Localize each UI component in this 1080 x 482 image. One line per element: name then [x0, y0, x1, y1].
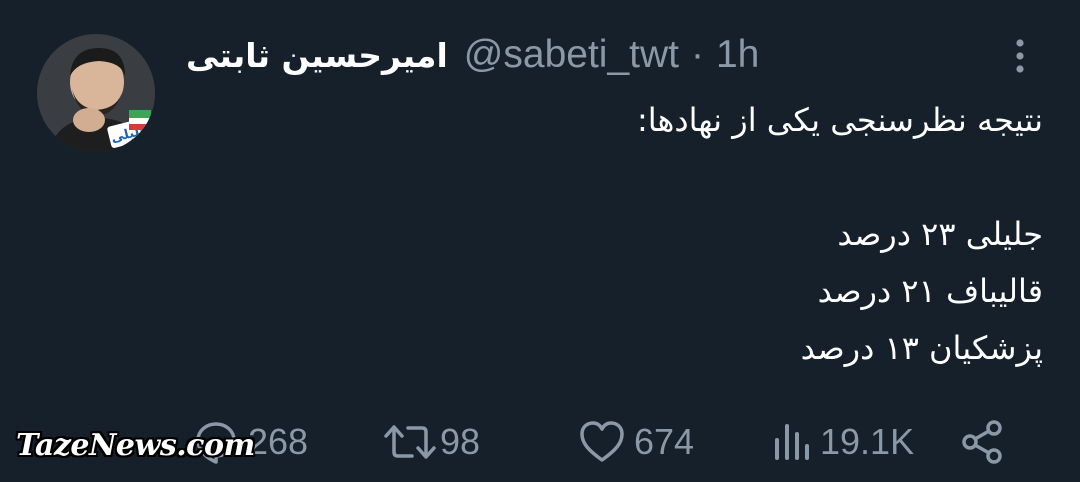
retweet-button[interactable]: 98 — [382, 412, 480, 472]
tweet-line: قالیباف ۲۱ درصد — [817, 272, 1043, 310]
separator-dot: · — [690, 33, 704, 76]
more-vertical-icon — [1016, 39, 1024, 73]
avatar-image: جلیلی — [37, 34, 155, 152]
more-button[interactable] — [1002, 36, 1038, 76]
tweet-line: پزشکیان ۱۳ درصد — [800, 329, 1043, 367]
avatar[interactable]: جلیلی — [37, 34, 155, 152]
tweet-card[interactable]: جلیلی امیرحسین ثابتی @sabeti_twt · 1h نت… — [0, 0, 1080, 482]
views-count: 19.1K — [820, 421, 915, 462]
retweet-count: 98 — [440, 421, 481, 462]
tweet-header: امیرحسین ثابتی @sabeti_twt · 1h — [186, 30, 1026, 80]
tweet-text: نتیجه نظرسنجی یکی از نهادها: جلیلی ۲۳ در… — [163, 92, 1043, 377]
tweet-line — [163, 149, 1043, 206]
reply-count: 268 — [248, 421, 309, 462]
handle[interactable]: @sabeti_twt — [464, 33, 679, 77]
tweet-line: جلیلی ۲۳ درصد — [837, 215, 1043, 253]
retweet-icon — [384, 425, 436, 459]
watermark: TazeNews.com — [16, 428, 255, 463]
share-button[interactable] — [958, 412, 1006, 472]
tweet-line: نتیجه نظرسنجی یکی از نهادها: — [637, 101, 1043, 139]
timestamp[interactable]: 1h — [716, 33, 759, 77]
views-button[interactable]: 19.1K — [768, 412, 914, 472]
heart-icon — [580, 421, 624, 462]
views-icon — [775, 424, 809, 460]
share-icon — [962, 420, 1002, 464]
like-button[interactable]: 674 — [578, 412, 694, 472]
like-count: 674 — [634, 421, 695, 462]
display-name[interactable]: امیرحسین ثابتی — [186, 36, 448, 75]
